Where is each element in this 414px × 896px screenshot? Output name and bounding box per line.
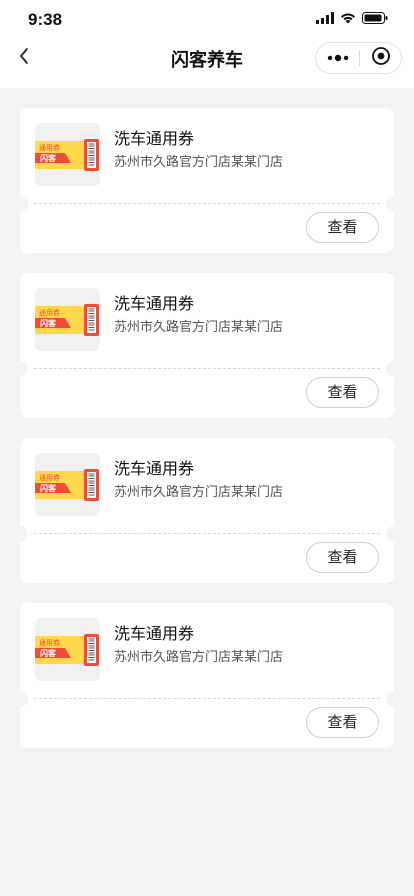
ticket-brand-text: 闪客 [40,153,57,163]
navigation-bar: 闪客养车 [0,40,414,80]
ticket-icon: 通用券 闪客 [35,634,100,681]
coupon-card: 通用券 闪客 洗车通用券 苏州市久路官方门店某某门店 查看 [12,273,402,418]
view-button[interactable]: 查看 [306,707,379,738]
battery-icon [362,11,388,29]
ticket-brand-text: 闪客 [40,318,57,328]
coupon-title: 洗车通用券 [114,626,195,643]
coupon-title: 洗车通用券 [114,461,195,478]
coupon-notch-right [386,526,402,542]
ticket-brand-text: 闪客 [40,648,57,658]
coupon-card: 通用券 闪客 洗车通用券 苏州市久路官方门店某某门店 查看 [12,108,402,253]
coupon-notch-left [12,526,28,542]
more-button[interactable] [316,43,359,73]
coupon-dashed-divider [34,203,380,204]
ticket-brand-text: 闪客 [40,483,57,493]
coupon-dashed-divider [34,698,380,699]
coupon-notch-right [386,196,402,212]
coupon-store: 苏州市久路官方门店某某门店 [114,154,284,169]
coupon-notch-left [12,196,28,212]
coupon-dashed-divider [34,368,380,369]
coupon-title: 洗车通用券 [114,296,195,313]
coupon-notch-left [12,691,28,707]
coupon-notch-right [386,691,402,707]
view-button[interactable]: 查看 [306,212,379,243]
view-button[interactable]: 查看 [306,377,379,408]
coupon-dashed-divider [34,533,380,534]
ticket-tag-text: 通用券 [39,143,60,152]
mini-program-capsule [315,42,402,74]
signal-icon [316,11,334,29]
ticket-icon: 通用券 闪客 [35,139,100,186]
top-bar: 9:38 闪客养车 [0,0,414,88]
status-icons [316,12,388,28]
coupon-store: 苏州市久路官方门店某某门店 [114,319,284,334]
ticket-icon: 通用券 闪客 [35,469,100,516]
coupon-thumbnail: 通用券 闪客 [35,453,100,516]
status-bar: 9:38 [0,0,414,40]
ticket-tag-text: 通用券 [39,308,60,317]
coupon-notch-left [12,361,28,377]
ticket-tag-text: 通用券 [39,638,60,647]
coupon-thumbnail: 通用券 闪客 [35,123,100,186]
coupon-store: 苏州市久路官方门店某某门店 [114,649,284,664]
coupon-thumbnail: 通用券 闪客 [35,618,100,681]
coupon-card: 通用券 闪客 洗车通用券 苏州市久路官方门店某某门店 查看 [12,603,402,748]
coupon-thumbnail: 通用券 闪客 [35,288,100,351]
ticket-tag-text: 通用券 [39,473,60,482]
view-button[interactable]: 查看 [306,542,379,573]
coupon-title: 洗车通用券 [114,131,195,148]
more-dots-icon [327,49,349,67]
coupon-notch-right [386,361,402,377]
status-time: 9:38 [28,10,63,29]
close-button[interactable] [360,43,402,73]
ticket-icon: 通用券 闪客 [35,304,100,351]
coupon-card: 通用券 闪客 洗车通用券 苏州市久路官方门店某某门店 查看 [12,438,402,583]
coupon-store: 苏州市久路官方门店某某门店 [114,484,284,499]
wifi-icon [340,11,356,29]
target-circle-icon [371,46,391,71]
